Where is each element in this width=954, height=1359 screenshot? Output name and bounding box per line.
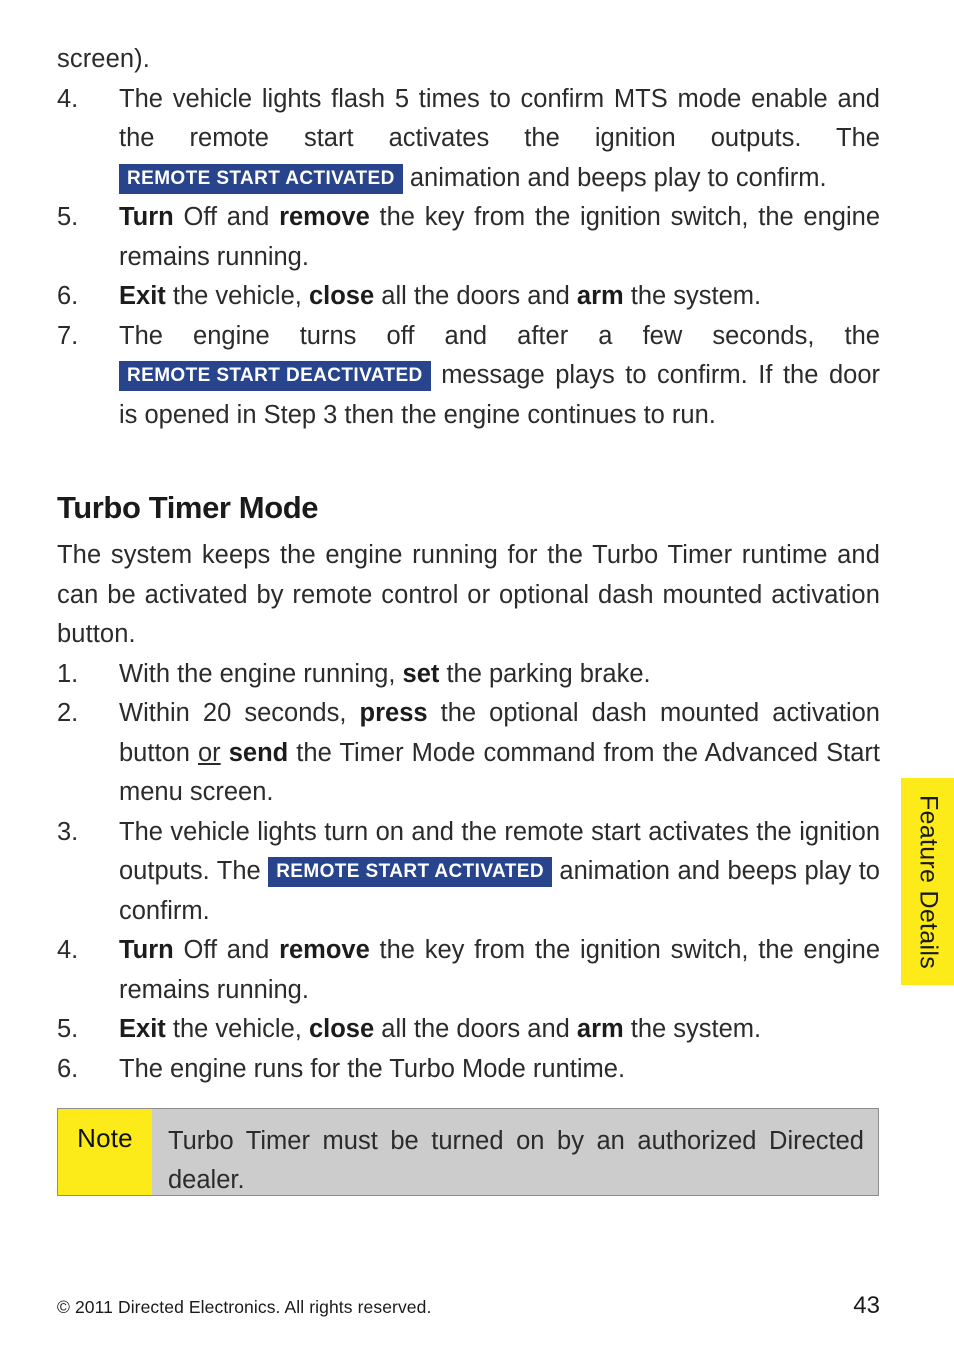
page-footer: © 2011 Directed Electronics. All rights … bbox=[57, 1292, 880, 1320]
step-underline-or: or bbox=[197, 738, 221, 767]
page-content: screen). 4. The vehicle lights flash 5 t… bbox=[57, 40, 880, 1089]
list-item-body: Exit the vehicle, close all the doors an… bbox=[119, 282, 761, 310]
list-item-body: Exit the vehicle, close all the doors an… bbox=[119, 1015, 761, 1043]
list-item-number: 2. bbox=[57, 699, 79, 727]
note-label-text: Note bbox=[77, 1123, 133, 1153]
list-item-number: 4. bbox=[57, 936, 79, 964]
step-text-part1: The vehicle lights flash 5 times to conf… bbox=[119, 84, 880, 153]
continued-paragraph-text: screen). bbox=[57, 45, 150, 73]
step-emphasis-turn: Turn bbox=[119, 936, 174, 964]
list-item-body: With the engine running, set the parking… bbox=[119, 660, 651, 688]
step-emphasis-set: set bbox=[402, 659, 440, 688]
step-emphasis-close: close bbox=[308, 282, 375, 310]
step-text-part1: The engine turns off and after a few sec… bbox=[119, 321, 880, 350]
list-item-body: The engine turns off and after a few sec… bbox=[119, 322, 880, 429]
manual-page: screen). 4. The vehicle lights flash 5 t… bbox=[0, 0, 954, 1359]
list-item-turbo-5: 5. Exit the vehicle, close all the doors… bbox=[57, 1010, 880, 1050]
list-item-mts-7: 7. The engine turns off and after a few … bbox=[57, 317, 880, 436]
list-item-number: 6. bbox=[57, 282, 79, 310]
note-label: Note bbox=[58, 1109, 152, 1195]
list-item-turbo-4: 4. Turn Off and remove the key from the … bbox=[57, 931, 880, 1010]
list-item-mts-6: 6. Exit the vehicle, close all the doors… bbox=[57, 277, 880, 317]
step-text-1: the vehicle, bbox=[165, 1015, 309, 1043]
step-text-1: the vehicle, bbox=[165, 282, 309, 310]
step-emphasis-turn: Turn bbox=[119, 203, 174, 231]
list-item-number: 6. bbox=[57, 1054, 79, 1083]
list-item-mts-5: 5. Turn Off and remove the key from the … bbox=[57, 198, 880, 277]
remote-start-activated-badge: REMOTE START ACTIVATED bbox=[119, 163, 403, 194]
step-text-3 bbox=[221, 739, 229, 767]
step-emphasis-close: close bbox=[308, 1015, 375, 1043]
list-item-turbo-3: 3. The vehicle lights turn on and the re… bbox=[57, 813, 880, 932]
step-emphasis-exit: Exit bbox=[119, 282, 166, 310]
footer-copyright: © 2011 Directed Electronics. All rights … bbox=[57, 1297, 432, 1317]
list-item-body: The vehicle lights turn on and the remot… bbox=[119, 818, 880, 925]
list-item-body: Turn Off and remove the key from the ign… bbox=[119, 203, 880, 271]
note-callout: Note Turbo Timer must be turned on by an… bbox=[57, 1108, 879, 1196]
step-emphasis-arm: arm bbox=[576, 1015, 624, 1043]
remote-start-deactivated-badge: REMOTE START DEACTIVATED bbox=[119, 361, 431, 391]
step-text-1: Within 20 seconds, bbox=[119, 699, 360, 727]
remote-start-activated-badge: REMOTE START ACTIVATED bbox=[268, 857, 552, 887]
step-emphasis-send: send bbox=[228, 738, 289, 767]
turbo-intro-paragraph: The system keeps the engine running for … bbox=[57, 541, 880, 648]
step-text-part2: animation and beeps play to confirm. bbox=[402, 163, 827, 192]
list-item-turbo-1: 1. With the engine running, set the park… bbox=[57, 655, 880, 695]
step-emphasis-exit: Exit bbox=[119, 1015, 166, 1043]
list-item-number: 5. bbox=[57, 1015, 79, 1043]
chapter-side-tab: Feature Details bbox=[901, 778, 954, 985]
step-text-2: all the doors and bbox=[374, 1015, 577, 1043]
chapter-side-tab-label: Feature Details bbox=[914, 794, 942, 969]
list-item-body: Turn Off and remove the key from the ign… bbox=[119, 936, 880, 1004]
step-text-1: Off and bbox=[173, 936, 280, 964]
list-item-number: 3. bbox=[57, 817, 79, 846]
list-item-mts-4: 4. The vehicle lights flash 5 times to c… bbox=[57, 80, 880, 199]
step-text-3: the system. bbox=[623, 1015, 762, 1043]
list-item-number: 5. bbox=[57, 203, 79, 231]
step-text-1: With the engine running, bbox=[119, 659, 403, 688]
list-item-body: Within 20 seconds, press the optional da… bbox=[119, 699, 880, 806]
section-heading-turbo-timer-mode: Turbo Timer Mode bbox=[57, 490, 319, 525]
step-text-3: the system. bbox=[623, 282, 762, 310]
list-item-number: 1. bbox=[57, 659, 79, 688]
list-item-number: 7. bbox=[57, 321, 79, 350]
step-emphasis-press: press bbox=[359, 699, 428, 727]
turbo-steps-list: 1. With the engine running, set the park… bbox=[57, 655, 880, 1090]
list-item-number: 4. bbox=[57, 84, 79, 113]
step-text-1: Off and bbox=[173, 203, 280, 231]
list-item-body: The vehicle lights flash 5 times to conf… bbox=[119, 84, 880, 194]
mts-steps-list: 4. The vehicle lights flash 5 times to c… bbox=[57, 80, 880, 436]
note-body-text: Turbo Timer must be turned on by an auth… bbox=[168, 1127, 864, 1194]
footer-page-number: 43 bbox=[853, 1292, 880, 1319]
step-emphasis-remove: remove bbox=[279, 203, 370, 231]
list-item-body: The engine runs for the Turbo Mode runti… bbox=[119, 1054, 626, 1083]
list-item-turbo-6: 6. The engine runs for the Turbo Mode ru… bbox=[57, 1050, 880, 1090]
list-item-turbo-2: 2. Within 20 seconds, press the optional… bbox=[57, 694, 880, 813]
step-emphasis-remove: remove bbox=[279, 936, 370, 964]
step-text-2: all the doors and bbox=[374, 282, 577, 310]
continued-paragraph: screen). bbox=[57, 40, 880, 80]
step-text-2: the parking brake. bbox=[439, 659, 651, 688]
step-emphasis-arm: arm bbox=[576, 282, 624, 310]
